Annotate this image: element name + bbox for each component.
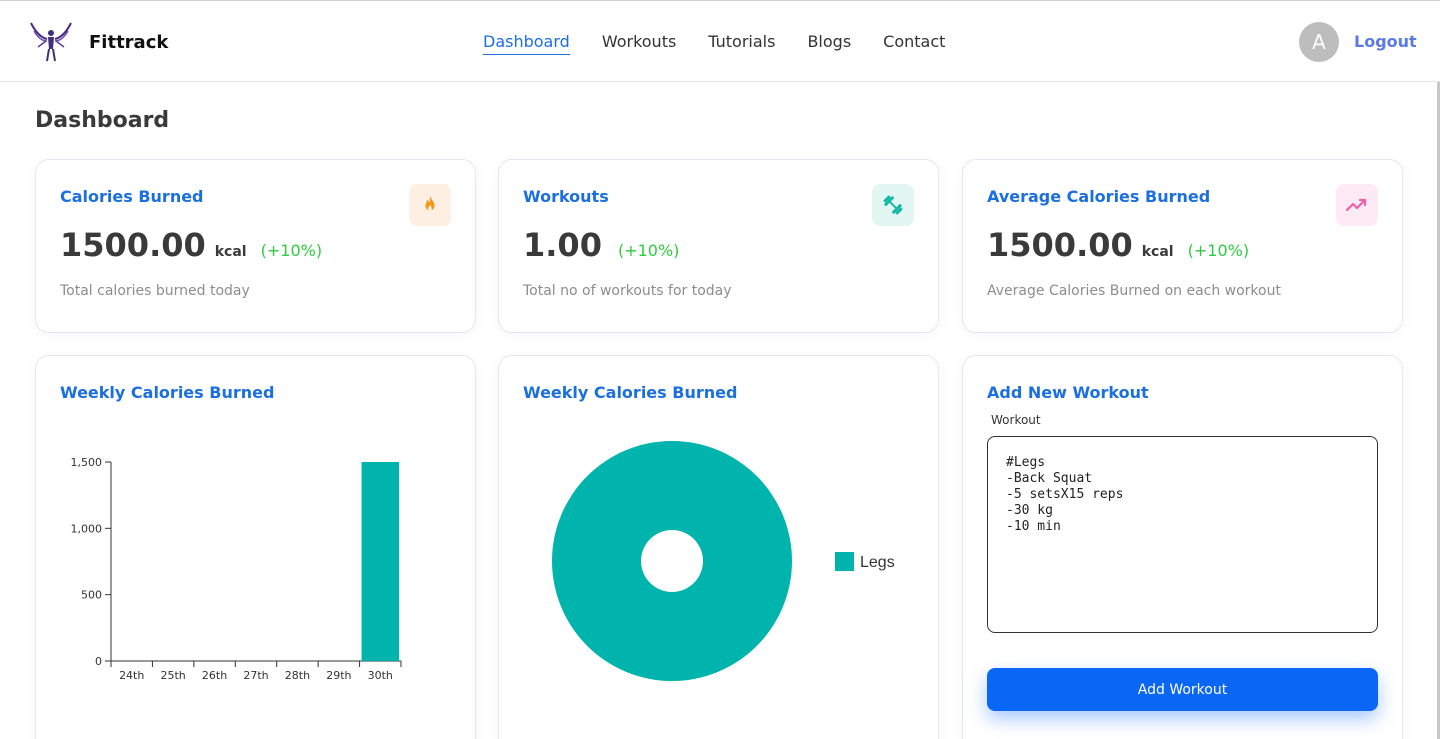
stat-change: (+10%) [1187, 241, 1250, 260]
main-nav: Dashboard Workouts Tutorials Blogs Conta… [483, 31, 977, 55]
nav-dashboard[interactable]: Dashboard [483, 31, 570, 55]
weekly-calories-pie-card: Weekly Calories Burned Legs [498, 355, 939, 739]
avatar[interactable]: A [1299, 22, 1339, 62]
x-tick-label: 27th [243, 669, 268, 682]
stat-value-row: 1500.00 kcal (+10%) [987, 226, 1249, 264]
weekly-calories-bar-card: Weekly Calories Burned 0 500 1,000 1,500 24t… [35, 355, 476, 739]
stat-description: Total no of workouts for today [523, 283, 732, 299]
card-title: Workouts [523, 187, 609, 206]
nav-tutorials[interactable]: Tutorials [708, 31, 775, 55]
pie-chart: Legs [552, 441, 895, 681]
stat-value-row: 1.00 (+10%) [523, 226, 679, 264]
card-title: Calories Burned [60, 187, 204, 206]
stat-value-row: 1500.00 kcal (+10%) [60, 226, 322, 264]
card-title: Weekly Calories Burned [523, 383, 738, 402]
bar [361, 462, 399, 661]
stat-icon-box [409, 184, 451, 226]
stat-change: (+10%) [617, 241, 680, 260]
logout-link[interactable]: Logout [1354, 32, 1417, 51]
nav-contact[interactable]: Contact [883, 31, 945, 55]
stat-description: Total calories burned today [60, 283, 250, 299]
workout-textarea[interactable]: #Legs -Back Squat -5 setsX15 reps -30 kg… [987, 436, 1378, 633]
stat-value: 1500.00 [987, 226, 1133, 264]
y-tick-label: 1,500 [71, 456, 103, 469]
legend-label: Legs [860, 554, 895, 571]
card-title: Weekly Calories Burned [60, 383, 275, 402]
average-calories-card: Average Calories Burned 1500.00 kcal (+1… [962, 159, 1403, 333]
bar-chart: 0 500 1,000 1,500 24th 25th 26th 27th 28th 29th 30… [71, 456, 402, 682]
x-tick-label: 26th [202, 669, 227, 682]
dumbbell-icon [883, 195, 903, 215]
logo-icon [30, 22, 72, 62]
y-tick-label: 500 [81, 589, 102, 602]
brand-name: Fittrack [89, 31, 169, 53]
add-workout-button[interactable]: Add Workout [987, 668, 1378, 711]
stat-value: 1.00 [523, 226, 602, 264]
stat-change: (+10%) [260, 241, 323, 260]
pie-slice [552, 441, 792, 681]
stat-icon-box [872, 184, 914, 226]
x-tick-label: 30th [368, 669, 393, 682]
trending-up-icon [1345, 198, 1367, 212]
y-tick-label: 1,000 [71, 522, 103, 535]
x-tick-label: 24th [119, 669, 144, 682]
calories-burned-card: Calories Burned 1500.00 kcal (+10%) Tota… [35, 159, 476, 333]
stat-unit: kcal [1141, 244, 1174, 260]
workout-field-label: Workout [991, 413, 1041, 427]
fire-icon [425, 195, 435, 211]
stat-icon-box [1336, 184, 1378, 226]
card-title: Add New Workout [987, 383, 1149, 402]
nav-blogs[interactable]: Blogs [807, 31, 851, 55]
card-title: Average Calories Burned [987, 187, 1211, 206]
brand[interactable]: Fittrack [28, 19, 168, 65]
stat-description: Average Calories Burned on each workout [987, 283, 1281, 299]
top-navbar: Fittrack Dashboard Workouts Tutorials Bl… [0, 0, 1440, 82]
legend-swatch [835, 552, 854, 571]
nav-workouts[interactable]: Workouts [602, 31, 676, 55]
stat-value: 1500.00 [60, 226, 206, 264]
workouts-card: Workouts 1.00 (+10%) Total no of workout… [498, 159, 939, 333]
x-tick-label: 29th [326, 669, 351, 682]
x-tick-label: 25th [160, 669, 185, 682]
x-tick-label: 28th [285, 669, 310, 682]
page-title: Dashboard [35, 108, 170, 133]
add-workout-card: Add New Workout Workout #Legs -Back Squa… [962, 355, 1403, 739]
stat-unit: kcal [214, 244, 247, 260]
y-tick-label: 0 [95, 655, 102, 668]
